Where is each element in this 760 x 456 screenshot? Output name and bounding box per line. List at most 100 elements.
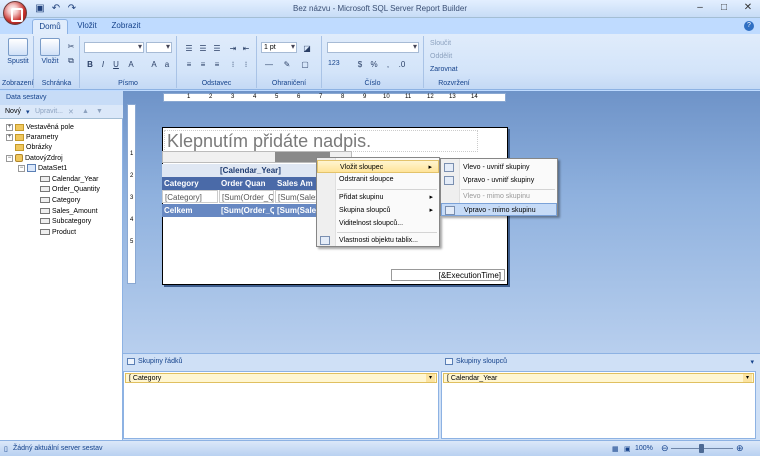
font-color-icon[interactable]: A (125, 58, 137, 69)
currency-icon[interactable]: $ (354, 58, 366, 69)
help-icon[interactable]: ? (744, 21, 754, 31)
comma-icon[interactable]: , (382, 58, 394, 69)
decimal-icon[interactable]: .0 (396, 58, 408, 69)
detail-cell-sales[interactable]: [Sum(Sales (275, 190, 320, 203)
expand-icon[interactable]: + (6, 133, 13, 141)
preview-icon[interactable]: ▣ (624, 445, 631, 453)
dropdown-icon[interactable]: ▾ (426, 374, 435, 382)
indent-icon[interactable]: ⇥ (227, 42, 239, 53)
total-cell-sales[interactable]: [Sum(Sale (275, 204, 320, 217)
tab-insert[interactable]: Vložit (72, 19, 102, 34)
tree-item-field[interactable]: Product (40, 227, 76, 237)
border-size-combo[interactable]: 1 pt (261, 42, 297, 53)
collapse-icon[interactable]: − (18, 164, 25, 172)
align-center-icon[interactable]: ≡ (197, 58, 209, 69)
submenu-item-left-outside[interactable]: Vlevo - mimo skupinu (441, 190, 557, 203)
italic-button[interactable]: I (97, 58, 109, 69)
dropdown-icon[interactable]: ▾ (743, 374, 752, 382)
detail-cell-quantity[interactable]: [Sum(Order_Qu (219, 190, 274, 203)
border-style-icon[interactable]: — (263, 58, 275, 69)
menu-item-insert-column[interactable]: Vložit sloupec ▸ (317, 160, 439, 173)
number-format-combo[interactable] (327, 42, 419, 53)
submenu-item-right-outside[interactable]: Vpravo - mimo skupinu (441, 203, 557, 216)
outdent-icon[interactable]: ⇤ (240, 42, 252, 53)
align-right-icon[interactable]: ≡ (211, 58, 223, 69)
total-cell-quantity[interactable]: [Sum(Order_Q (219, 204, 274, 217)
maximize-button[interactable]: □ (718, 2, 730, 14)
merge-button[interactable]: Sloučit (430, 40, 451, 47)
paste-button[interactable]: Vložit (37, 38, 63, 65)
header-cell-category[interactable]: Category (162, 177, 218, 190)
submenu-item-right-inside[interactable]: Vpravo - uvnitř skupiny (441, 174, 557, 187)
border-color-icon[interactable]: ✎ (281, 58, 293, 69)
tab-view[interactable]: Zobrazit (108, 19, 144, 34)
delete-icon[interactable]: ✕ (68, 108, 74, 116)
tree-item-images[interactable]: Obrázky (15, 142, 52, 152)
align-top-icon[interactable]: ☰ (183, 42, 195, 53)
minimize-button[interactable]: – (694, 2, 706, 14)
menu-item-column-group[interactable]: Skupina sloupců ▸ (317, 204, 439, 217)
tab-home[interactable]: Domů (32, 19, 68, 34)
header-cell-quantity[interactable]: Order Quan (219, 177, 274, 190)
column-group-item[interactable]: [ Calendar_Year ▾ (443, 373, 754, 383)
tree-item-builtin-fields[interactable]: + Vestavěná pole (6, 122, 74, 132)
field-icon (40, 176, 50, 182)
expand-icon[interactable]: + (6, 123, 13, 131)
number-format-label[interactable]: 123 (328, 60, 340, 67)
percent-icon[interactable]: % (368, 58, 380, 69)
zoom-out-icon[interactable]: ⊖ (661, 443, 669, 454)
edit-button[interactable]: Upravit... (35, 108, 63, 115)
tree-item-parameters[interactable]: + Parametry (6, 132, 58, 142)
bold-button[interactable]: B (84, 58, 96, 69)
menu-item-add-group[interactable]: Přidat skupinu ▸ (317, 191, 439, 204)
zoom-slider-thumb[interactable] (699, 444, 704, 453)
align-bottom-icon[interactable]: ☰ (211, 42, 223, 53)
new-button[interactable]: Nový (5, 108, 21, 115)
zoom-level[interactable]: 100% (635, 445, 653, 452)
shrink-font-icon[interactable]: a (161, 58, 173, 69)
tree-item-field[interactable]: Subcategory (40, 216, 91, 226)
header-cell-sales[interactable]: Sales Am (275, 177, 320, 190)
align-middle-icon[interactable]: ☰ (197, 42, 209, 53)
align-button[interactable]: Zarovnat (430, 66, 458, 73)
vertical-ruler: 1 2 3 4 5 (127, 104, 136, 284)
execution-time-textbox[interactable]: [&ExecutionTime] (391, 269, 505, 281)
application-button[interactable] (3, 1, 27, 25)
folder-icon (15, 123, 24, 131)
run-button[interactable]: Spustit (5, 38, 31, 65)
numbering-icon[interactable]: ⁝ (240, 58, 252, 69)
cut-icon[interactable]: ✂ (65, 40, 77, 51)
copy-icon[interactable]: ⧉ (65, 54, 77, 65)
tree-item-field[interactable]: Order_Quantity (40, 184, 100, 194)
fill-color-icon[interactable]: ◪ (301, 42, 313, 53)
row-group-item[interactable]: [ Category ▾ (125, 373, 437, 383)
tree-item-field[interactable]: Category (40, 195, 80, 205)
report-title-placeholder[interactable]: Klepnutím přidáte nadpis. (164, 130, 478, 152)
design-view-icon[interactable]: ▦ (612, 445, 619, 453)
menu-item-column-visibility[interactable]: Viditelnost sloupců... (317, 217, 439, 230)
font-size-combo[interactable] (146, 42, 172, 53)
total-cell-label[interactable]: Celkem (162, 204, 218, 217)
borders-icon[interactable]: ▢ (299, 58, 311, 69)
zoom-in-icon[interactable]: ⊕ (736, 443, 744, 454)
align-left-icon[interactable]: ≡ (183, 58, 195, 69)
split-button[interactable]: Oddělit (430, 53, 452, 60)
move-down-icon[interactable]: ▼ (96, 108, 103, 115)
menu-item-tablix-properties[interactable]: Vlastnosti objektu tablix... (317, 234, 439, 247)
pane-menu-icon[interactable]: ▾ (750, 358, 754, 366)
font-name-combo[interactable] (84, 42, 144, 53)
move-up-icon[interactable]: ▲ (82, 108, 89, 115)
close-button[interactable]: ✕ (742, 2, 754, 14)
bullets-icon[interactable]: ⁝ (227, 58, 239, 69)
submenu-item-left-inside[interactable]: Vlevo - uvnitř skupiny (441, 161, 557, 174)
grow-font-icon[interactable]: A (148, 58, 160, 69)
new-dropdown-icon[interactable]: ▾ (26, 108, 30, 116)
tree-item-field[interactable]: Calendar_Year (40, 174, 98, 184)
collapse-icon[interactable]: − (6, 154, 13, 162)
underline-button[interactable]: U (110, 58, 122, 69)
tree-item-field[interactable]: Sales_Amount (40, 206, 98, 216)
detail-cell-category[interactable]: [Category] (162, 190, 218, 203)
tree-item-dataset[interactable]: − DataSet1 (18, 163, 67, 173)
menu-item-delete-columns[interactable]: Odstranit sloupce (317, 173, 439, 186)
tree-item-datasource[interactable]: − DatovýZdroj (6, 153, 63, 163)
